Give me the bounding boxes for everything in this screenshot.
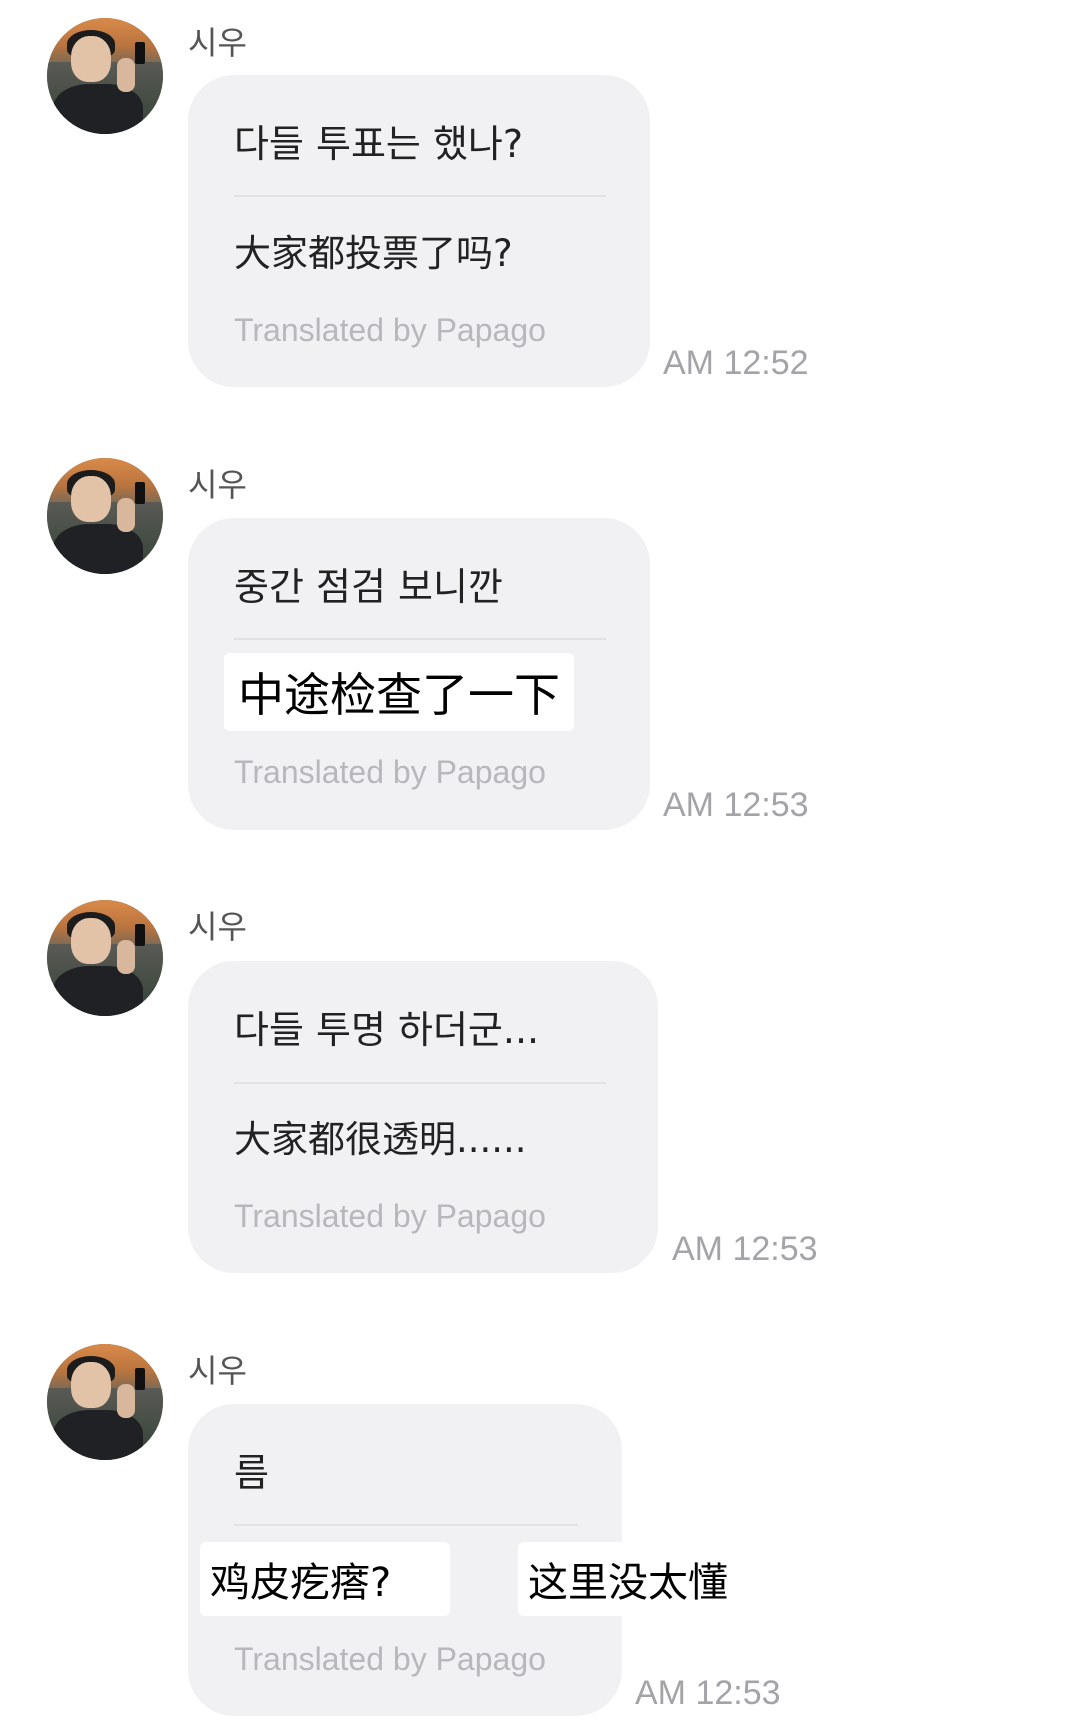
message-bubble[interactable]: 다들 투명 하더군... 大家都很透明...... Translated by … [188,961,658,1273]
sender-name: 시우 [188,1352,247,1390]
original-text: 름 [234,1451,269,1495]
divider [234,195,606,197]
message-bubble[interactable]: 다들 투표는 했나? 大家都投票了吗? Translated by Papago [188,75,650,387]
sender-name: 시우 [188,908,247,946]
annotation-note: 这里没太懂 [518,1542,744,1616]
translated-text: 中途检查了一下 [224,653,574,731]
timestamp: AM 12:53 [672,1230,818,1268]
avatar[interactable] [47,458,163,574]
translation-credit: Translated by Papago [234,1198,546,1234]
translated-text: 大家都投票了吗? [234,232,513,275]
avatar[interactable] [47,18,163,134]
translation-credit: Translated by Papago [234,312,546,348]
original-text: 중간 점검 보니깐 [234,565,503,609]
timestamp: AM 12:53 [635,1674,781,1712]
divider [234,1524,578,1526]
timestamp: AM 12:52 [663,344,809,382]
avatar[interactable] [47,1344,163,1460]
translated-text: 大家都很透明...... [234,1118,527,1161]
message-bubble[interactable]: 중간 점검 보니깐 中途检查了一下 Translated by Papago [188,518,650,830]
divider [234,638,606,640]
annotation-note: 鸡皮疙瘩? [200,1542,450,1616]
avatar[interactable] [47,900,163,1016]
translation-credit: Translated by Papago [234,1641,546,1677]
original-text: 다들 투명 하더군... [234,1008,540,1052]
translation-credit: Translated by Papago [234,754,546,790]
sender-name: 시우 [188,24,247,62]
timestamp: AM 12:53 [663,786,809,824]
divider [234,1082,606,1084]
original-text: 다들 투표는 했나? [234,122,524,166]
sender-name: 시우 [188,466,247,504]
